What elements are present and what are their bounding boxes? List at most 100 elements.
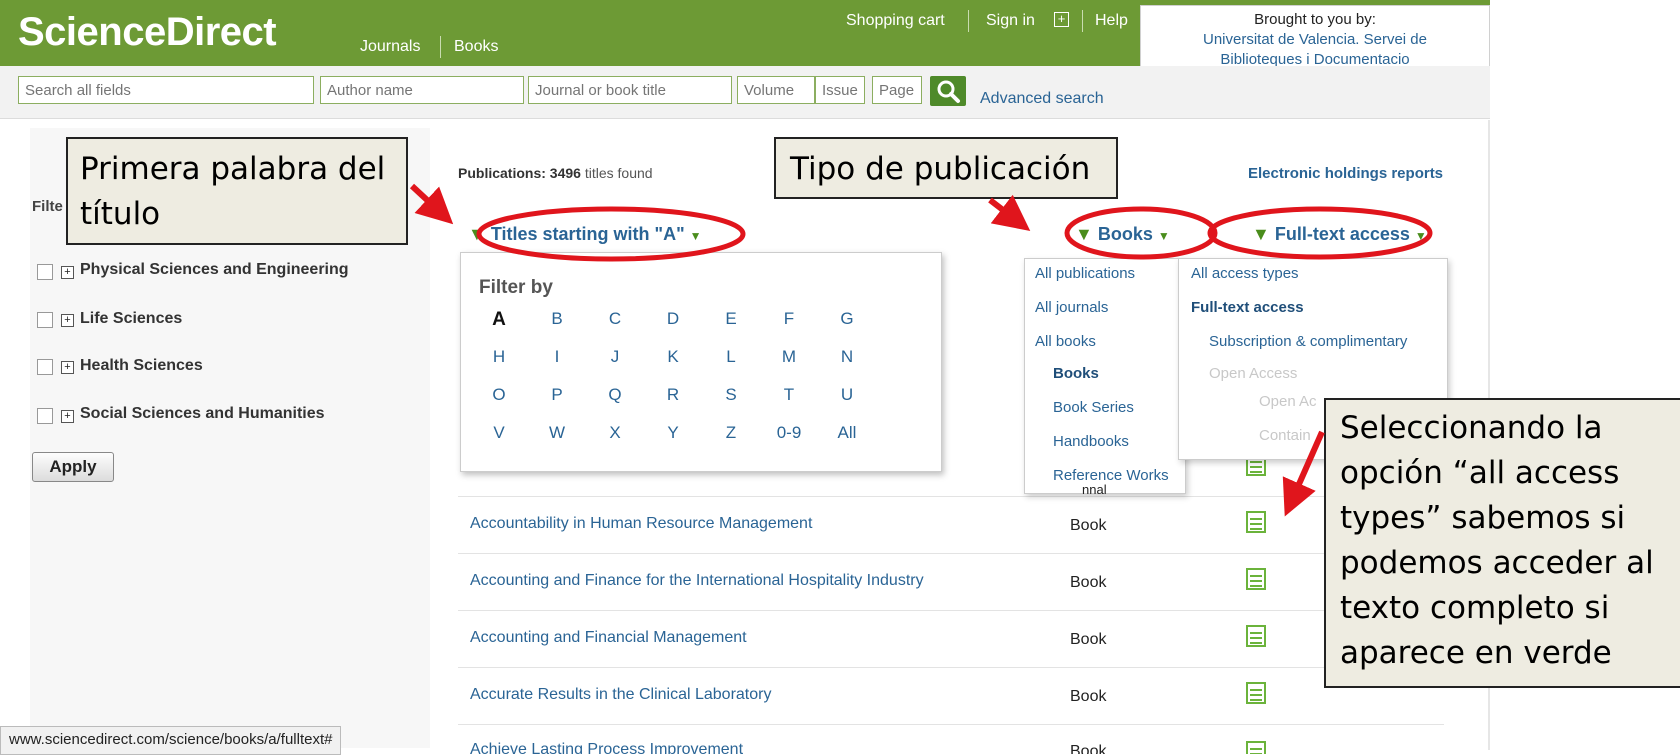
row-title-link[interactable]: Accounting and Finance for the Internati… [470, 572, 924, 590]
nav-separator [440, 36, 441, 58]
category-social-sciences[interactable]: Social Sciences and Humanities [80, 405, 325, 423]
apply-button[interactable]: Apply [32, 452, 114, 482]
sign-in-link[interactable]: Sign in [986, 12, 1035, 30]
category-health-sciences[interactable]: Health Sciences [80, 357, 203, 375]
row-title-link[interactable]: Accurate Results in the Clinical Laborat… [470, 686, 771, 704]
letter-option[interactable]: L [711, 347, 751, 367]
menu-item-handbooks[interactable]: Handbooks [1053, 433, 1129, 450]
letter-option[interactable]: A [479, 309, 519, 331]
letter-option[interactable]: K [653, 347, 693, 367]
letter-option[interactable]: W [537, 423, 577, 443]
access-type-dropdown[interactable]: ▼ Full-text access ▼ [1252, 224, 1427, 245]
annotation-access-line: texto completo si [1340, 590, 1610, 626]
volume-input[interactable] [737, 76, 815, 104]
full-text-available-icon[interactable] [1246, 741, 1266, 754]
letter-option[interactable]: G [827, 309, 867, 329]
full-text-available-icon[interactable] [1246, 625, 1266, 647]
letter-option[interactable]: F [769, 309, 809, 329]
menu-item-all-books[interactable]: All books [1035, 333, 1096, 350]
letter-option[interactable]: All [827, 423, 867, 443]
annotation-access-line: aparece en verde [1340, 635, 1612, 671]
annotation-first-word-line2: título [80, 196, 161, 232]
letter-option[interactable]: B [537, 309, 577, 329]
row-title-link[interactable]: Accountability in Human Resource Managem… [470, 515, 812, 533]
row-type: Book [1070, 688, 1107, 705]
journal-title-input[interactable] [528, 76, 732, 104]
access-type-label: Full-text access [1274, 224, 1410, 244]
category-checkbox[interactable] [37, 359, 53, 375]
search-all-fields-input[interactable] [18, 76, 314, 104]
help-link[interactable]: Help [1095, 12, 1128, 30]
electronic-holdings-link[interactable]: Electronic holdings reports [1248, 165, 1443, 182]
search-button[interactable] [930, 76, 966, 106]
sciencedirect-logo[interactable]: ScienceDirect [18, 10, 277, 55]
page-input[interactable] [872, 76, 922, 104]
full-text-available-icon[interactable] [1246, 511, 1266, 533]
annotation-access-line: opción “all access [1340, 455, 1620, 491]
letter-option[interactable]: J [595, 347, 635, 367]
letter-option[interactable]: H [479, 347, 519, 367]
letter-option[interactable]: D [653, 309, 693, 329]
annotation-access-callout: Seleccionando la opción “all access type… [1324, 398, 1680, 688]
category-life-sciences[interactable]: Life Sciences [80, 310, 182, 328]
menu-item-books[interactable]: Books [1053, 365, 1099, 382]
letter-option[interactable]: R [653, 385, 693, 405]
advanced-search-link[interactable]: Advanced search [980, 90, 1104, 108]
expand-plus-icon[interactable]: + [61, 266, 74, 279]
menu-item-reference-works[interactable]: Reference Works [1053, 467, 1169, 484]
nav-books[interactable]: Books [454, 38, 498, 56]
row-type: Book [1070, 743, 1107, 754]
letter-option[interactable]: X [595, 423, 635, 443]
letter-option[interactable]: Z [711, 423, 751, 443]
menu-item-subscription-complimentary[interactable]: Subscription & complimentary [1209, 333, 1407, 350]
letter-option[interactable]: U [827, 385, 867, 405]
letter-option[interactable]: V [479, 423, 519, 443]
row-title-link[interactable]: Achieve Lasting Process Improvement [470, 741, 743, 754]
letter-option[interactable]: P [537, 385, 577, 405]
letter-option[interactable]: M [769, 347, 809, 367]
letter-option[interactable]: Y [653, 423, 693, 443]
category-checkbox[interactable] [37, 312, 53, 328]
publication-type-dropdown[interactable]: ▼ Books ▼ [1075, 224, 1170, 245]
letter-option[interactable]: 0-9 [769, 423, 809, 443]
funnel-icon: ▼ [1075, 224, 1093, 244]
category-checkbox[interactable] [37, 408, 53, 424]
category-physical-sciences[interactable]: Physical Sciences and Engineering [80, 261, 349, 279]
filter-by-heading: Filter by [479, 277, 553, 298]
full-text-available-icon[interactable] [1246, 568, 1266, 590]
letter-option[interactable]: S [711, 385, 751, 405]
menu-item-open-access-sub: Open Ac [1259, 393, 1317, 410]
category-checkbox[interactable] [37, 264, 53, 280]
shopping-cart-link[interactable]: Shopping cart [846, 12, 945, 30]
institution-name-line1[interactable]: Universitat de Valencia. Servei de [1141, 30, 1489, 50]
table-row: Accurate Results in the Clinical Laborat… [458, 667, 1444, 724]
sign-in-plus-icon[interactable]: + [1054, 12, 1069, 27]
menu-item-all-journals[interactable]: All journals [1035, 299, 1108, 316]
letter-option[interactable]: O [479, 385, 519, 405]
letter-option[interactable]: Q [595, 385, 635, 405]
row-title-link[interactable]: Accounting and Financial Management [470, 629, 747, 647]
author-name-input[interactable] [320, 76, 524, 104]
full-text-available-icon[interactable] [1246, 682, 1266, 704]
expand-plus-icon[interactable]: + [61, 410, 74, 423]
nav-journals[interactable]: Journals [360, 38, 420, 56]
letter-option[interactable]: T [769, 385, 809, 405]
menu-item-all-publications[interactable]: All publications [1035, 265, 1135, 282]
chevron-down-icon: ▼ [1414, 229, 1427, 243]
publications-label: Publications: [458, 165, 546, 181]
annotation-access-line: podemos acceder al [1340, 545, 1654, 581]
filter-label: Filte [32, 198, 63, 215]
letter-option[interactable]: I [537, 347, 577, 367]
letter-filter-dropdown[interactable]: ▼ Titles starting with "A" ▼ [468, 224, 702, 245]
expand-plus-icon[interactable]: + [61, 314, 74, 327]
menu-item-all-access-types[interactable]: All access types [1191, 265, 1299, 282]
menu-item-full-text-access[interactable]: Full-text access [1191, 299, 1304, 316]
publications-count-value: 3496 [549, 165, 581, 181]
letter-option[interactable]: N [827, 347, 867, 367]
letter-option[interactable]: E [711, 309, 751, 329]
menu-item-open-access: Open Access [1209, 365, 1298, 382]
letter-option[interactable]: C [595, 309, 635, 329]
issue-input[interactable] [815, 76, 865, 104]
expand-plus-icon[interactable]: + [61, 361, 74, 374]
menu-item-book-series[interactable]: Book Series [1053, 399, 1134, 416]
